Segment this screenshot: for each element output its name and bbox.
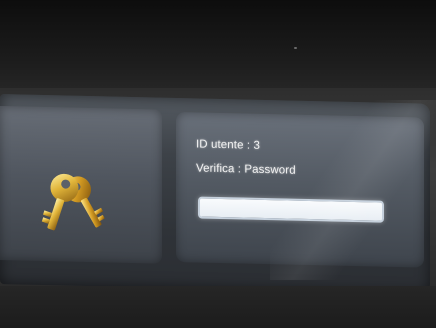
- device-bottom-bezel: [0, 286, 436, 328]
- background-speck: [294, 47, 297, 49]
- login-panel: ID utente : 3 Verifica : Password: [176, 111, 424, 268]
- verification-method-label: Verifica : Password: [196, 162, 296, 177]
- terminal-screen: ID utente : 3 Verifica : Password: [0, 94, 430, 294]
- password-input[interactable]: [198, 196, 384, 223]
- user-id-label: ID utente : 3: [196, 138, 260, 152]
- photo-scene: ID utente : 3 Verifica : Password: [0, 0, 436, 328]
- keys-icon: [41, 173, 105, 231]
- icon-panel: [0, 106, 162, 264]
- background-dark-area: [0, 0, 436, 90]
